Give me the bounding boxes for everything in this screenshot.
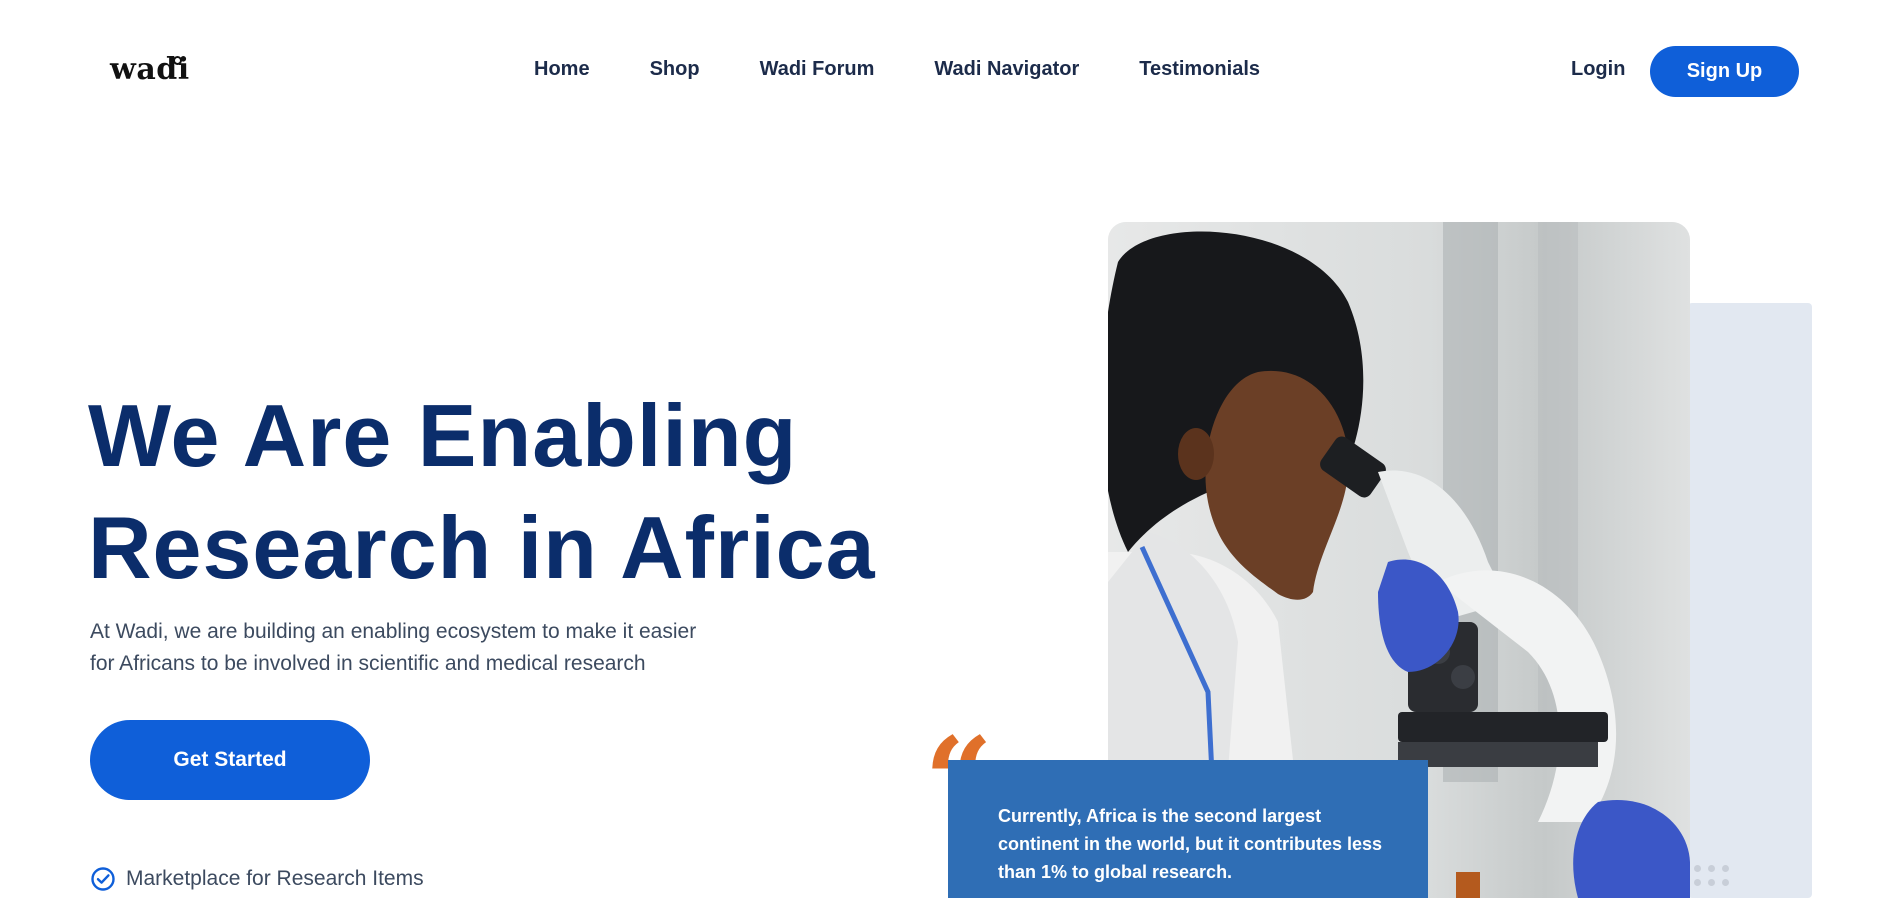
quote-line-3: than 1% to global research. [998,862,1233,882]
site-header: wadi Home Shop Wadi Forum Wadi Navigator… [0,0,1891,145]
main-nav: Home Shop Wadi Forum Wadi Navigator Test… [534,58,1320,81]
check-circle-icon [91,867,115,891]
login-link[interactable]: Login [1571,58,1625,81]
decorative-dots-icon [1694,865,1729,886]
quote-text: Currently, Africa is the second largest … [998,802,1388,886]
nav-wadi-forum[interactable]: Wadi Forum [760,58,875,81]
quote-card: Currently, Africa is the second largest … [948,760,1428,898]
feature-label: Marketplace for Research Items [126,867,424,890]
nav-wadi-navigator[interactable]: Wadi Navigator [934,58,1079,81]
get-started-button[interactable]: Get Started [90,720,370,800]
quote-line-2: continent in the world, but it contribut… [998,834,1383,854]
hero-title: We Are Enabling Research in Africa [88,380,988,604]
nav-testimonials[interactable]: Testimonials [1139,58,1260,81]
wadi-logo[interactable]: wadi [110,52,190,87]
hero-title-line-2: Research in Africa [88,498,876,597]
sign-up-button[interactable]: Sign Up [1650,46,1799,97]
hero-subtitle: At Wadi, we are building an enabling eco… [90,616,750,680]
accent-panel [1688,303,1812,898]
logo-ring-icon [173,56,182,65]
feature-item: Marketplace for Research Items [90,866,424,892]
nav-shop[interactable]: Shop [650,58,700,81]
nav-home[interactable]: Home [534,58,590,81]
hero-title-line-1: We Are Enabling [88,386,798,485]
hero-subtitle-line-1: At Wadi, we are building an enabling eco… [90,620,697,643]
quote-line-1: Currently, Africa is the second largest [998,806,1322,826]
hero-subtitle-line-2: for Africans to be involved in scientifi… [90,652,646,675]
